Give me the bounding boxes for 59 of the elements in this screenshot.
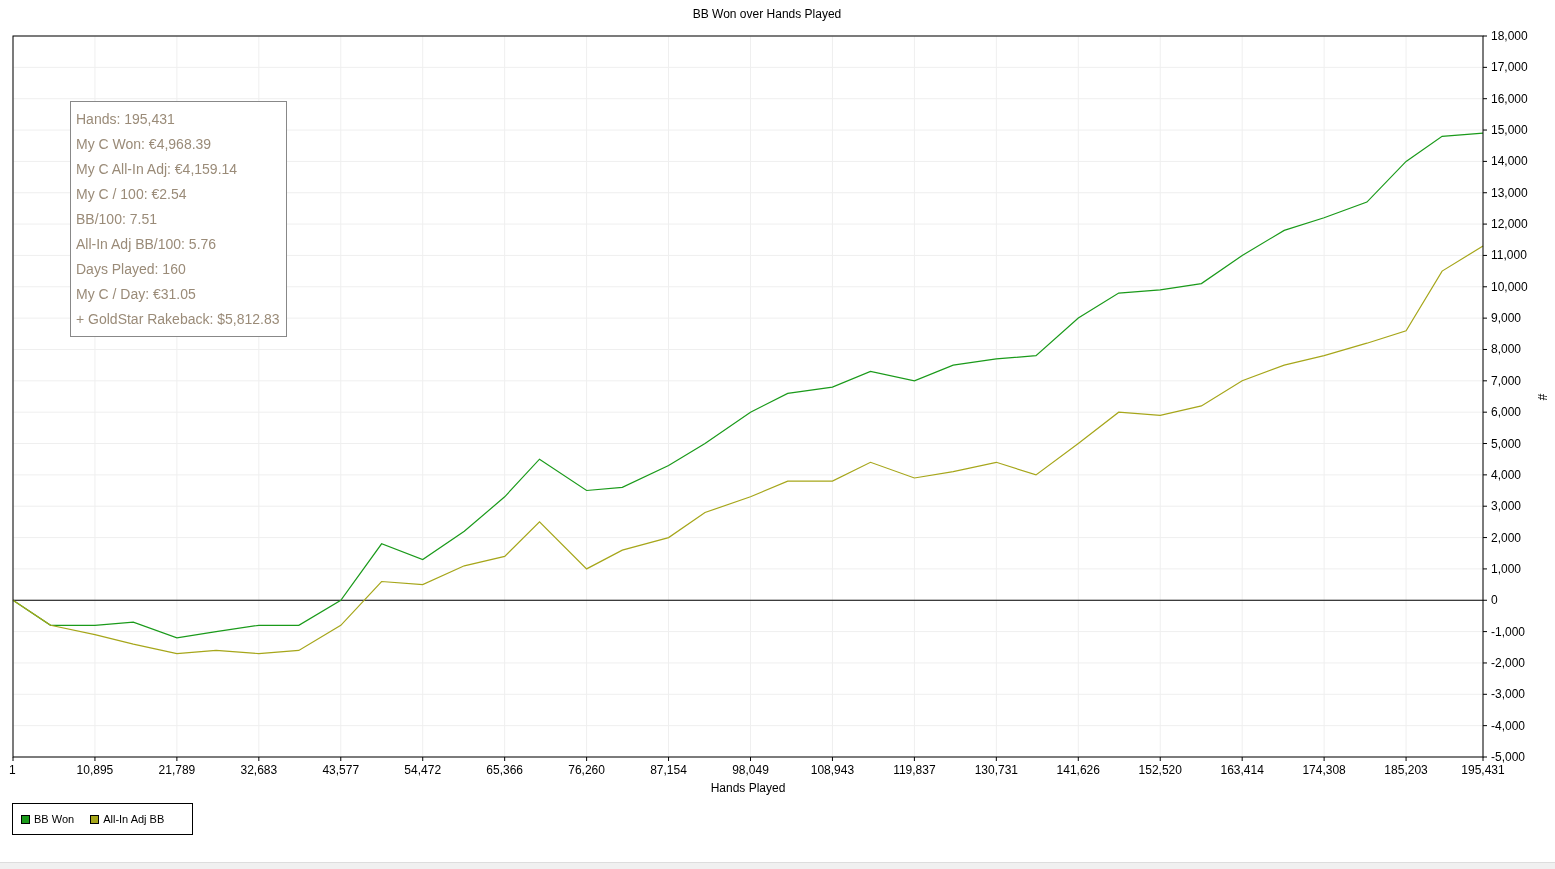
y-tick-label: 4,000 xyxy=(1491,467,1522,482)
x-tick-label: 32,683 xyxy=(240,763,278,777)
y-tick-label: 13,000 xyxy=(1491,185,1528,200)
y-tick-label: 3,000 xyxy=(1491,499,1522,514)
x-tick-label: 43,577 xyxy=(322,763,360,777)
y-tick-label: -2,000 xyxy=(1491,655,1526,670)
x-tick-label: 10,895 xyxy=(76,763,114,777)
x-tick-label: 21,789 xyxy=(158,763,196,777)
stat-text: All-In Adj BB/100: 5.76 xyxy=(76,235,217,254)
y-tick-label: 15,000 xyxy=(1491,123,1528,138)
y-tick-label: 7,000 xyxy=(1491,373,1522,388)
x-tick-label: 163,414 xyxy=(1220,763,1264,777)
x-tick-label: 98,049 xyxy=(732,763,769,777)
x-tick-label: 1 xyxy=(9,763,16,777)
y-tick-label: 17,000 xyxy=(1491,60,1528,75)
y-tick-label: 8,000 xyxy=(1491,342,1522,357)
stat-text: + GoldStar Rakeback: $5,812.83 xyxy=(76,310,280,329)
x-tick-label: 65,366 xyxy=(486,763,523,777)
y-tick-label: 10,000 xyxy=(1491,279,1528,294)
y-tick-label: 6,000 xyxy=(1491,405,1522,420)
y-tick-label: 9,000 xyxy=(1491,311,1522,326)
y-tick-label: 5,000 xyxy=(1491,436,1522,451)
stat-text: My C All-In Adj: €4,159.14 xyxy=(76,160,238,179)
stat-text: Hands: 195,431 xyxy=(76,110,175,129)
x-tick-label: 54,472 xyxy=(404,763,442,777)
y-tick-label: 0 xyxy=(1491,593,1498,608)
x-tick-label: 152,520 xyxy=(1138,763,1182,777)
y-tick-label: -5,000 xyxy=(1491,750,1526,764)
y-tick-label: -4,000 xyxy=(1491,718,1526,733)
x-tick-label: 141,626 xyxy=(1056,763,1100,777)
x-tick-label: 195,431 xyxy=(1461,763,1505,777)
y-tick-label: 18,000 xyxy=(1491,29,1528,43)
y-tick-label: 12,000 xyxy=(1491,217,1528,232)
y-tick-label: 2,000 xyxy=(1491,530,1522,545)
legend-label: BB Won xyxy=(34,811,75,827)
stat-text: My C / 100: €2.54 xyxy=(76,185,187,204)
y-tick-label: -1,000 xyxy=(1491,624,1526,639)
x-tick-label: 108,943 xyxy=(810,763,855,777)
legend-swatch xyxy=(90,814,100,824)
x-tick-label: 119,837 xyxy=(893,763,936,777)
y-tick-label: 16,000 xyxy=(1491,91,1528,106)
y-tick-label: 1,000 xyxy=(1491,561,1522,576)
y-tick-label: 11,000 xyxy=(1491,248,1527,263)
x-axis-title: Hands Played xyxy=(710,781,786,795)
stat-text: My C / Day: €31.05 xyxy=(76,285,196,304)
stat-text: Days Played: 160 xyxy=(76,260,186,279)
stat-text: My C Won: €4,968.39 xyxy=(76,135,212,154)
x-tick-label: 76,260 xyxy=(568,763,605,777)
legend-label: All-In Adj BB xyxy=(103,811,165,827)
x-tick-label: 185,203 xyxy=(1384,763,1428,777)
y-tick-label: -3,000 xyxy=(1491,687,1526,702)
chart-title: BB Won over Hands Played xyxy=(692,7,842,21)
x-tick-label: 174,308 xyxy=(1302,763,1346,777)
y-axis-title: # xyxy=(1535,393,1549,401)
y-tick-label: 14,000 xyxy=(1491,154,1528,169)
x-tick-label: 87,154 xyxy=(650,763,687,777)
legend-swatch xyxy=(21,814,30,824)
stat-text: BB/100: 7.51 xyxy=(76,210,157,229)
x-tick-label: 130,731 xyxy=(974,763,1019,777)
